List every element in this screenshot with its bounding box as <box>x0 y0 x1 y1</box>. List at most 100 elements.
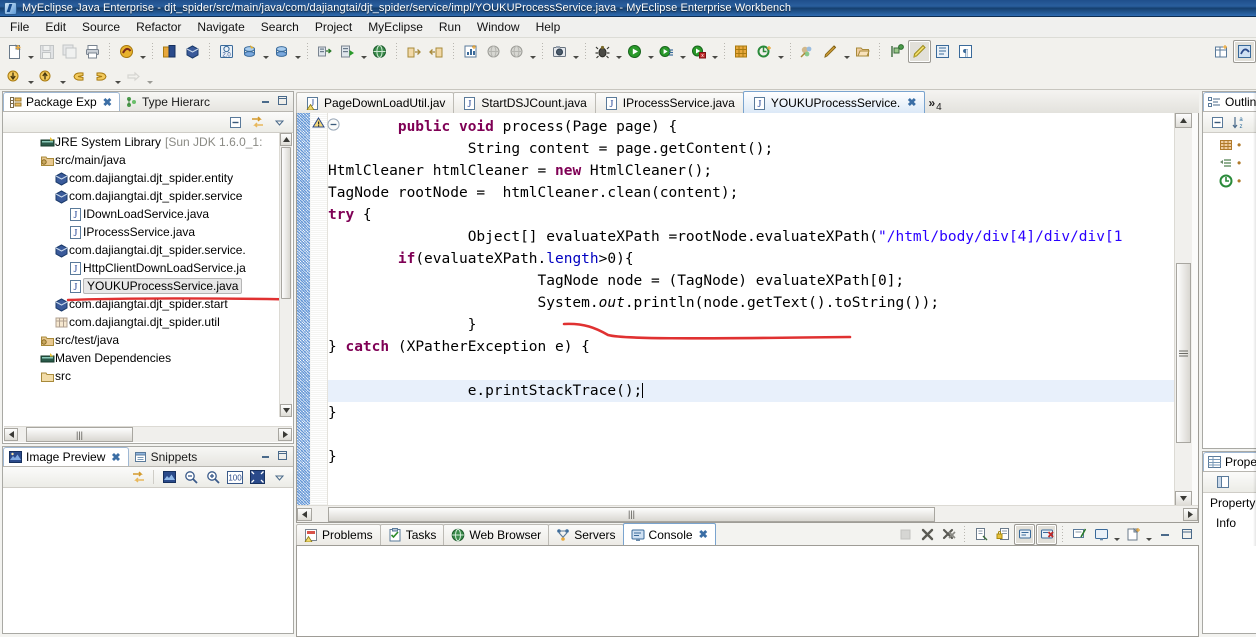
tree-item[interactable]: src/test/java <box>4 331 280 349</box>
outline-item-class[interactable]: • <box>1204 172 1256 190</box>
scroll-thumb[interactable] <box>281 147 291 299</box>
java-editor[interactable]: public void process(Page page) { String … <box>296 113 1199 523</box>
maximize-icon[interactable] <box>276 449 289 462</box>
editor-tab[interactable]: J IProcessService.java <box>594 92 744 113</box>
import-button[interactable] <box>425 40 448 63</box>
minimize-button[interactable] <box>1154 524 1175 545</box>
tab-package-explorer[interactable]: Package Exp ✖ <box>3 92 120 111</box>
maximize-icon[interactable] <box>276 94 289 107</box>
pin-console-button[interactable] <box>1068 524 1089 545</box>
sort-az-icon[interactable]: a z <box>1229 113 1249 132</box>
code-line[interactable]: if(evaluateXPath.length>0){ <box>328 248 1174 270</box>
scroll-up-arrow[interactable] <box>1175 113 1192 128</box>
fit-window-icon[interactable] <box>247 468 267 487</box>
remove-all-terminated-button[interactable] <box>938 524 959 545</box>
back-button[interactable] <box>67 65 90 88</box>
db-browser-dropdown-arrow[interactable] <box>261 39 270 64</box>
tab-properties[interactable]: Prope <box>1203 452 1256 471</box>
close-icon[interactable]: ✖ <box>111 451 120 464</box>
bottom-tab[interactable]: Console ✖ <box>622 523 716 545</box>
forward-button[interactable] <box>90 65 113 88</box>
code-line[interactable]: } <box>328 402 1174 424</box>
toggle-mark-occurrences-button[interactable] <box>908 40 931 63</box>
properties-table[interactable]: Property Info <box>1204 493 1256 632</box>
editor-tab[interactable]: J YOUKUProcessService. ✖ <box>742 91 926 113</box>
editor-tab[interactable]: J StartDSJCount.java <box>453 92 596 113</box>
snapshot-button[interactable] <box>548 40 571 63</box>
view-menu-icon[interactable] <box>269 468 289 487</box>
link-editor-icon[interactable] <box>247 113 267 132</box>
export-button[interactable] <box>402 40 425 63</box>
run-dropdown-arrow[interactable] <box>646 39 655 64</box>
code-line[interactable]: String content = page.getContent(); <box>328 138 1174 160</box>
tree-item[interactable]: J YOUKUProcessService.java <box>4 277 280 295</box>
editor-hscrollbar[interactable]: ||| <box>297 505 1198 522</box>
scroll-thumb[interactable]: ||| <box>328 506 935 522</box>
tree-item[interactable]: J IDownLoadService.java <box>4 205 280 223</box>
tree-item[interactable]: JRE System Library [Sun JDK 1.6.0_1: <box>4 133 280 151</box>
print-button[interactable] <box>81 40 104 63</box>
close-icon[interactable]: ✖ <box>103 96 112 109</box>
scroll-right-arrow[interactable] <box>1183 507 1198 521</box>
show-console-on-output-button[interactable] <box>1014 523 1035 545</box>
new-wizard-dropdown-arrow[interactable] <box>26 39 35 64</box>
tree-item[interactable]: com.dajiangtai.djt_spider.entity <box>4 169 280 187</box>
tab-image-preview[interactable]: Image Preview ✖ <box>3 447 129 466</box>
globe-dim-2-dropdown-arrow[interactable] <box>528 39 537 64</box>
tree-item[interactable]: J IProcessService.java <box>4 223 280 241</box>
tree-item[interactable]: src/main/java <box>4 151 280 169</box>
menu-myeclipse[interactable]: MyEclipse <box>360 18 431 36</box>
image-preview-canvas[interactable] <box>4 488 292 632</box>
editor-tab-overflow[interactable]: » 4 <box>924 93 945 113</box>
report-button[interactable] <box>459 40 482 63</box>
db-explorer-dropdown-arrow[interactable] <box>293 39 302 64</box>
debug-button[interactable] <box>591 40 614 63</box>
open-package-button[interactable] <box>181 40 204 63</box>
display-selected-console-dropdown-arrow[interactable] <box>1112 522 1121 546</box>
code-line[interactable]: Object[] evaluateXPath =rootNode.evaluat… <box>328 226 1174 248</box>
clear-console-button[interactable] <box>970 524 991 545</box>
web-2-button[interactable]: 2.0 <box>215 40 238 63</box>
code-line[interactable]: e.printStackTrace(); <box>328 380 1174 402</box>
menu-search[interactable]: Search <box>253 18 307 36</box>
menu-run[interactable]: Run <box>431 18 469 36</box>
run-error-button[interactable]: x <box>687 40 710 63</box>
debug-dropdown-arrow[interactable] <box>614 39 623 64</box>
step-up-dropdown-arrow[interactable] <box>58 64 67 89</box>
scroll-right-arrow[interactable] <box>278 428 292 441</box>
minimize-icon[interactable] <box>259 449 272 462</box>
new-class-button[interactable] <box>753 40 776 63</box>
editor-tab[interactable]: J PageDownLoadUtil.jav <box>296 92 455 113</box>
next-annotation-button[interactable] <box>885 40 908 63</box>
menu-help[interactable]: Help <box>528 18 569 36</box>
maximize-button[interactable] <box>1176 524 1197 545</box>
remove-launch-button[interactable] <box>916 524 937 545</box>
myeclipse-perspective-btn-button[interactable] <box>1233 40 1256 63</box>
code-line[interactable]: HtmlCleaner htmlCleaner = new HtmlCleane… <box>328 160 1174 182</box>
link-editor-icon[interactable] <box>128 468 148 487</box>
collapse-all-icon[interactable] <box>1207 113 1227 132</box>
outline-item-package[interactable]: • <box>1204 136 1256 154</box>
scroll-lock-button[interactable] <box>992 524 1013 545</box>
save-button[interactable] <box>35 40 58 63</box>
edit-pencil-dropdown-arrow[interactable] <box>842 39 851 64</box>
myeclipse-perspective-button[interactable] <box>115 40 138 63</box>
source-code[interactable]: public void process(Page page) { String … <box>328 113 1174 506</box>
menu-file[interactable]: File <box>2 18 37 36</box>
run-server-dropdown-arrow[interactable] <box>359 39 368 64</box>
open-deploy-button[interactable] <box>158 40 181 63</box>
code-line[interactable]: } <box>328 314 1174 336</box>
tree-item[interactable]: com.dajiangtai.djt_spider.service. <box>4 241 280 259</box>
view-menu-icon[interactable] <box>269 113 289 132</box>
edit-pencil-button[interactable] <box>819 40 842 63</box>
code-line[interactable]: try { <box>328 204 1174 226</box>
show-console-on-error-button[interactable] <box>1036 523 1057 545</box>
outline-tree[interactable]: • • • <box>1204 133 1256 447</box>
package-explorer-hscrollbar[interactable]: ||| <box>4 426 292 442</box>
editor-vscrollbar[interactable] <box>1174 113 1192 506</box>
editor-overview-ruler[interactable] <box>1191 113 1198 506</box>
new-class-dropdown-arrow[interactable] <box>776 39 785 64</box>
server-deploy-button[interactable] <box>313 40 336 63</box>
collapse-all-icon[interactable] <box>225 113 245 132</box>
package-explorer-tree[interactable]: JRE System Library [Sun JDK 1.6.0_1: src/m… <box>4 133 280 417</box>
